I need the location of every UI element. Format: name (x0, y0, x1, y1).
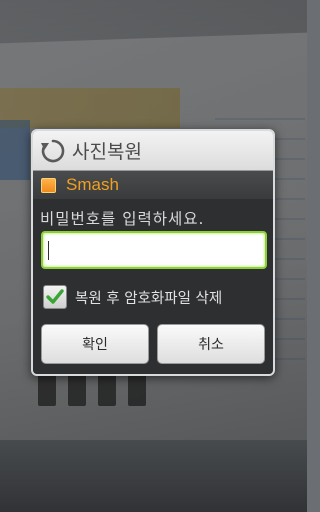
app-square-icon (41, 177, 56, 193)
dialog-header: 사진복원 (33, 131, 273, 171)
app-header: Smash (33, 171, 273, 199)
delete-encrypted-option[interactable]: 복원 후 암호화파일 삭제 (43, 285, 222, 309)
confirm-button[interactable]: 확인 (41, 324, 149, 364)
cancel-button[interactable]: 취소 (157, 324, 265, 364)
password-prompt: 비밀번호를 입력하세요. (40, 210, 205, 228)
delete-encrypted-label: 복원 후 암호화파일 삭제 (75, 290, 223, 307)
dialog-body: Smash 비밀번호를 입력하세요. 복원 후 암호화파일 삭제 확인 취소 (33, 171, 273, 374)
password-input[interactable] (41, 231, 267, 269)
delete-encrypted-checkbox[interactable] (43, 285, 67, 309)
restore-dialog: 사진복원 Smash 비밀번호를 입력하세요. 복원 후 암호화파일 삭제 확인… (31, 129, 275, 376)
checkmark-icon (46, 289, 64, 304)
dialog-title: 사진복원 (72, 141, 142, 163)
app-name: Smash (66, 175, 119, 194)
restore-icon (41, 139, 65, 162)
text-cursor (48, 241, 49, 260)
